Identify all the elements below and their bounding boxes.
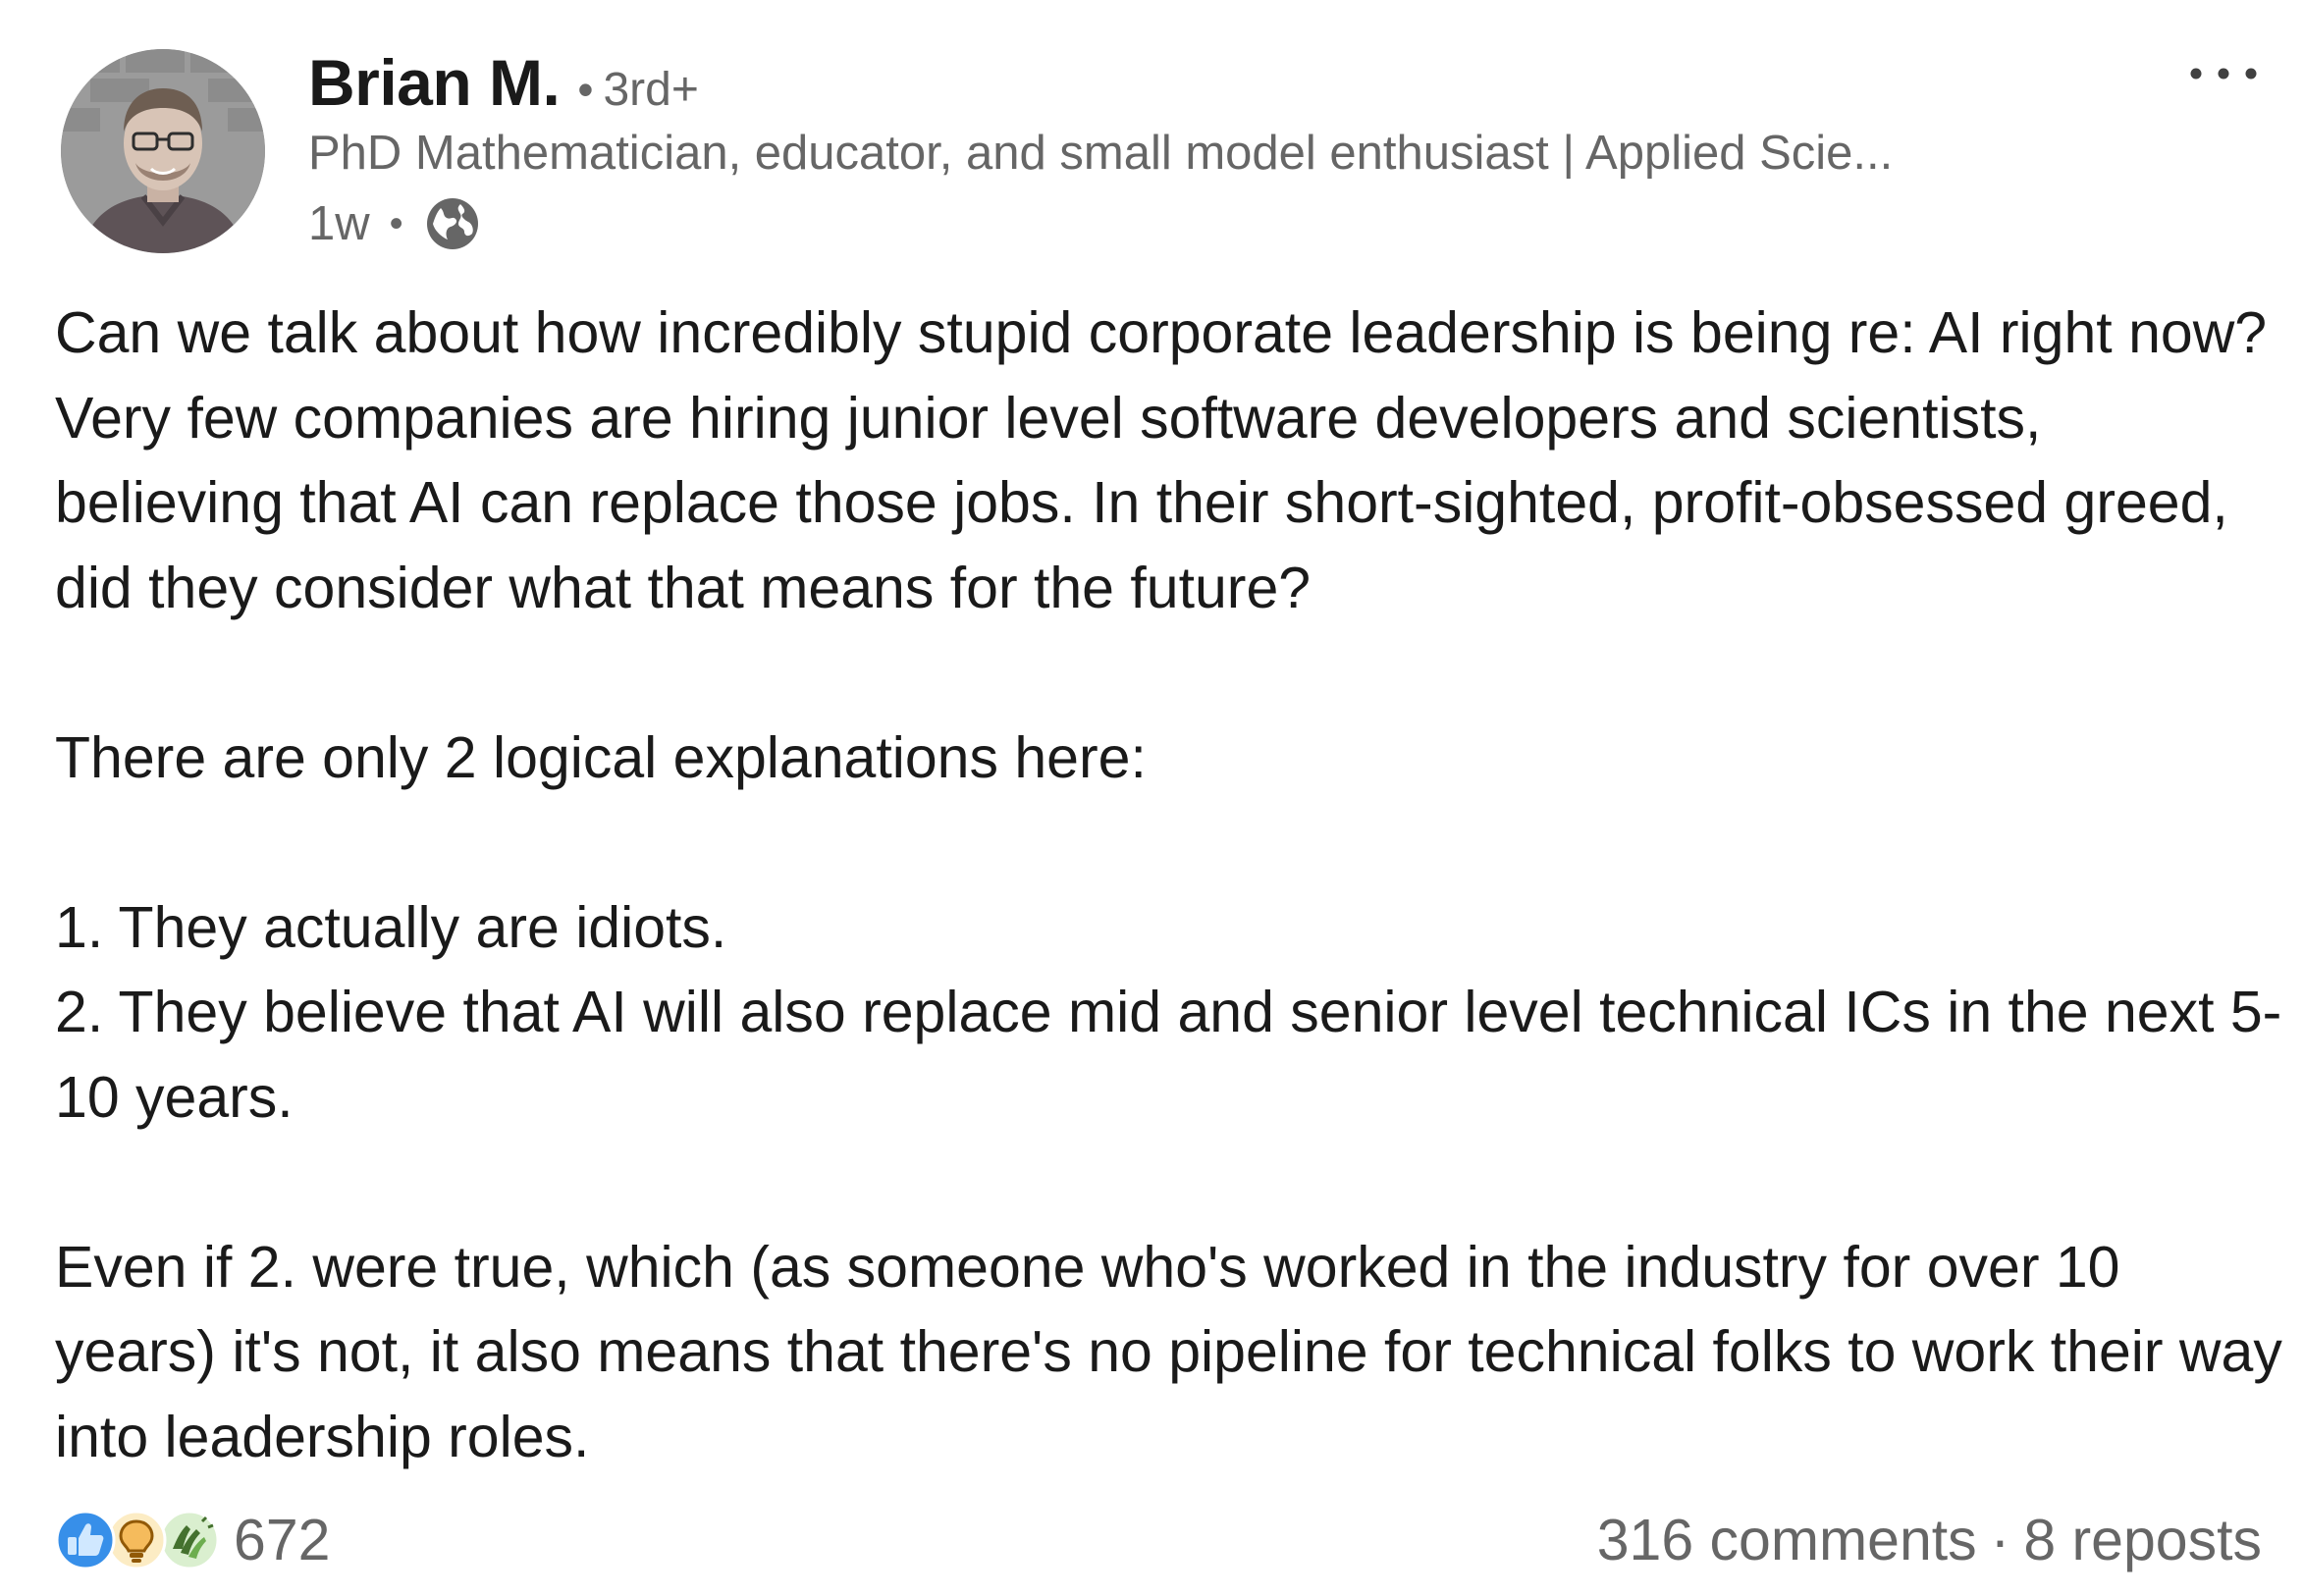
more-options-button[interactable]	[2169, 39, 2277, 108]
post-paragraph: There are only 2 logical explanations he…	[55, 724, 1147, 790]
separator-dot: •	[389, 201, 403, 245]
author-line: Brian M. • 3rd+	[308, 45, 699, 124]
post-list: 1. They actually are idiots. 2. They bel…	[55, 885, 2283, 1141]
celebrate-icon	[159, 1510, 220, 1570]
list-item: 1. They actually are idiots.	[55, 894, 727, 960]
ellipsis-icon	[2190, 68, 2257, 80]
engagement-stats: 316 comments · 8 reposts	[1597, 1504, 2262, 1576]
author-name[interactable]: Brian M.	[308, 45, 561, 120]
post-paragraph: Can we talk about how incredibly stupid …	[55, 300, 2268, 620]
author-avatar[interactable]	[61, 49, 265, 253]
post-paragraph: Even if 2. were true, which (as someone …	[55, 1234, 2282, 1469]
reactions-summary[interactable]: 672	[55, 1504, 330, 1576]
separator-dot: •	[577, 64, 594, 115]
like-icon	[55, 1510, 116, 1570]
post-timestamp[interactable]: 1w	[308, 196, 370, 251]
reaction-count: 672	[234, 1508, 331, 1572]
post-body: Can we talk about how incredibly stupid …	[55, 291, 2283, 1479]
author-headline: PhD Mathematician, educator, and small m…	[308, 127, 1894, 180]
avatar-photo	[61, 49, 265, 253]
post-meta: 1w •	[308, 192, 482, 255]
list-item: 2. They believe that AI will also replac…	[55, 980, 2282, 1130]
social-counts: 672 316 comments · 8 reposts	[55, 1504, 2262, 1576]
comments-count-link[interactable]: 316 comments	[1597, 1507, 1977, 1573]
feed-post: Brian M. • 3rd+ PhD Mathematician, educa…	[0, 0, 2303, 1596]
separator-middot: ·	[1990, 1508, 2010, 1572]
reaction-icons	[55, 1506, 220, 1574]
connection-degree: 3rd+	[603, 64, 699, 116]
globe-icon	[426, 198, 478, 249]
reposts-count-link[interactable]: 8 reposts	[2023, 1507, 2262, 1573]
